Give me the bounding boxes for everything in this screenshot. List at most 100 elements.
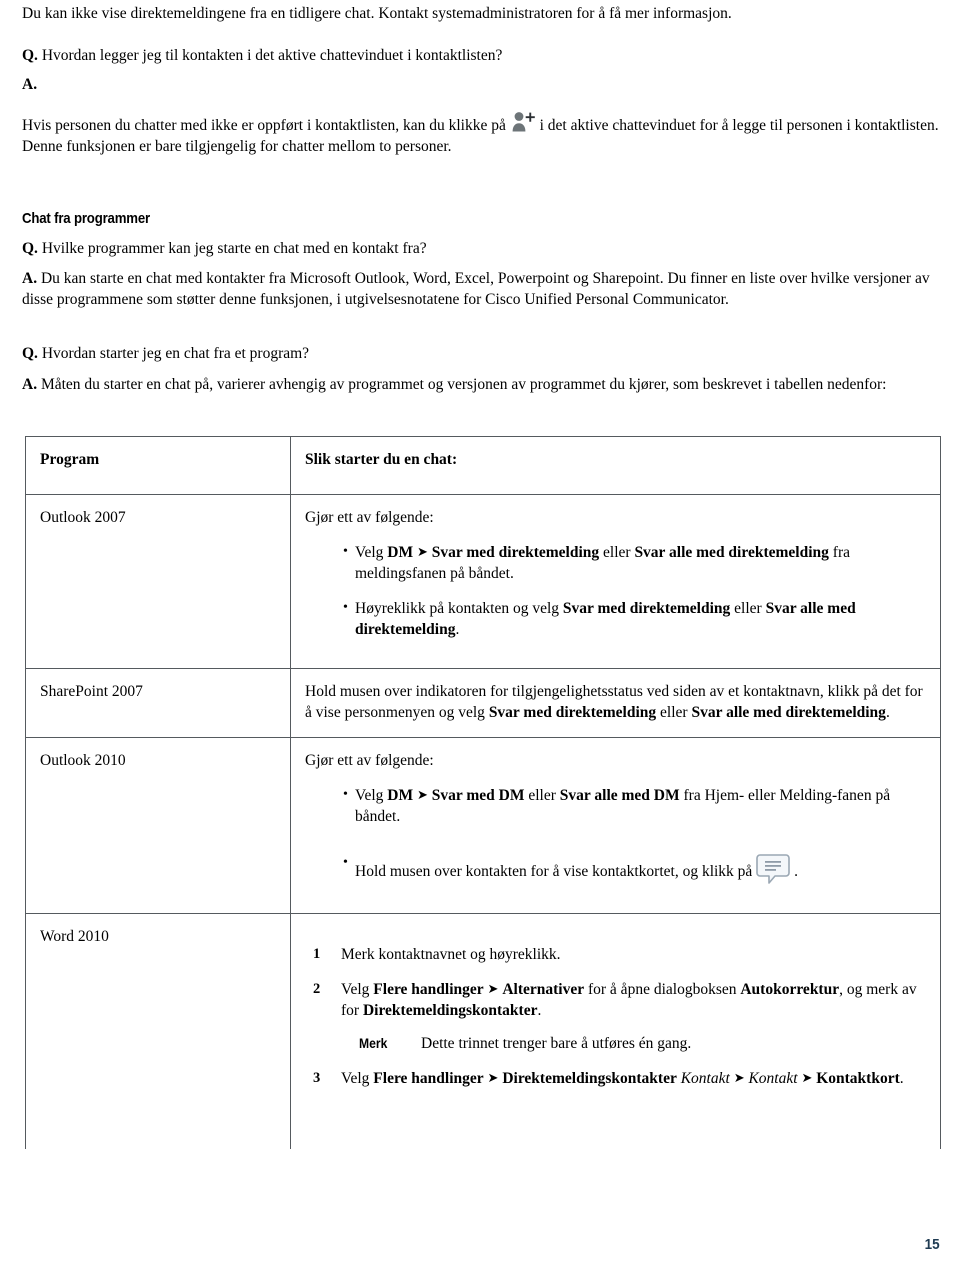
faq-programs-question: Q. Hvilke programmer kan jeg starte en c… (22, 238, 938, 259)
instruction-step-list: Merk kontaktnavnet og høyreklikk. Velg F… (305, 944, 926, 1089)
bullet-bold-term: Svar alle med DM (559, 787, 680, 804)
table-row: SharePoint 2007 Hold musen over indikato… (25, 668, 941, 738)
bullet-text: . (455, 621, 460, 638)
bullet-text: eller (524, 787, 560, 804)
body-bold-term: Svar med direktemelding (488, 704, 657, 721)
step-text: . (899, 1070, 904, 1087)
cell-program-name: Outlook 2007 (25, 494, 291, 669)
cell-program-name: SharePoint 2007 (25, 668, 291, 738)
question-label: Q. (22, 240, 38, 257)
answer-label: A. (22, 76, 38, 93)
document-page: Du kan ikke vise direktemeldingene fra e… (0, 0, 960, 1261)
cell-instructions: Hold musen over indikatoren for tilgjeng… (290, 668, 941, 738)
list-item: Høyreklikk på kontakten og velg Svar med… (343, 597, 926, 640)
instructions-intro: Gjør ett av følgende: (305, 752, 434, 769)
section-heading-chat-fra-programmer: Chat fra programmer (22, 210, 150, 227)
question-text: Hvilke programmer kan jeg starte en chat… (41, 240, 427, 257)
menu-arrow-icon: ➤ (417, 545, 428, 560)
list-item: Hold musen over kontakten for å vise kon… (343, 852, 926, 885)
cell-program-name: Word 2010 (25, 913, 291, 1149)
step-text: Velg (341, 981, 374, 998)
faq-start-question: Q. Hvordan starter jeg en chat fra et pr… (22, 343, 938, 364)
column-header-program: Program (25, 436, 291, 495)
menu-arrow-icon: ➤ (487, 1071, 499, 1086)
bullet-bold-term: Svar med direktemelding (431, 544, 600, 561)
step-bold-term: Direktemeldingskontakter (502, 1070, 677, 1087)
table-row: Outlook 2010 Gjør ett av følgende: Velg … (25, 737, 941, 914)
instructions-intro: Gjør ett av følgende: (305, 509, 434, 526)
body-bold-term: Svar alle med direktemelding (691, 704, 886, 721)
intro-text: Du kan ikke vise direktemeldingene fra e… (22, 5, 732, 22)
faq-add-contact-answer: Hvis personen du chatter med ikke er opp… (22, 110, 940, 157)
step-text: Velg (341, 1070, 374, 1087)
cell-instructions: Merk kontaktnavnet og høyreklikk. Velg F… (290, 913, 941, 1149)
bullet-text: Velg (355, 787, 388, 804)
instruction-bullet-list: Velg DM ➤ Svar med DM eller Svar alle me… (305, 784, 926, 885)
step-bold-term: Autokorrektur (740, 981, 840, 998)
instructions-body: Hold musen over indikatoren for tilgjeng… (305, 681, 926, 723)
bullet-bold-term: Svar med direktemelding (562, 600, 731, 617)
body-text: eller (656, 704, 692, 721)
cell-instructions: Gjør ett av følgende: Velg DM ➤ Svar med… (290, 737, 941, 914)
menu-arrow-icon: ➤ (801, 1071, 813, 1086)
list-item: Velg Flere handlinger ➤ Alternativer for… (313, 979, 926, 1054)
faq-programs-answer: A. Du kan starte en chat med kontakter f… (22, 268, 940, 310)
faq-start-answer: A. Måten du starter en chat på, varierer… (22, 374, 940, 395)
cell-program-name: Outlook 2010 (25, 737, 291, 914)
menu-arrow-icon: ➤ (417, 788, 428, 803)
answer-text-before-icon: Hvis personen du chatter med ikke er opp… (22, 117, 506, 134)
bullet-text: Velg (355, 544, 388, 561)
bullet-text: eller (599, 544, 635, 561)
answer-label: A. (22, 270, 38, 287)
bullet-text: . (794, 863, 798, 880)
list-item: Merk kontaktnavnet og høyreklikk. (313, 944, 926, 965)
list-item: Velg DM ➤ Svar med direktemelding eller … (343, 541, 926, 584)
step-text: for å åpne dialogboksen (584, 981, 741, 998)
bullet-bold-term: DM (387, 787, 414, 804)
faq-add-contact-question: Q. Hvordan legger jeg til kontakten i de… (22, 45, 938, 66)
cell-instructions: Gjør ett av følgende: Velg DM ➤ Svar med… (290, 494, 941, 669)
bullet-text: Høyreklikk på kontakten og velg (355, 600, 563, 617)
bullet-bold-term: Svar med DM (431, 787, 525, 804)
step-bold-term: Kontaktkort (816, 1070, 900, 1087)
intro-paragraph: Du kan ikke vise direktemeldingene fra e… (22, 3, 938, 24)
faq-add-contact-answer-label: A. (22, 74, 52, 95)
table-row: Outlook 2007 Gjør ett av følgende: Velg … (25, 494, 941, 669)
step-bold-term: Flere handlinger (373, 981, 484, 998)
page-number: 15 (924, 1236, 940, 1253)
list-item: Velg Flere handlinger ➤ Direktemeldingsk… (313, 1068, 926, 1089)
step-bold-term: Alternativer (502, 981, 585, 998)
add-contact-icon (510, 110, 536, 136)
menu-arrow-icon: ➤ (487, 982, 499, 997)
note-text: Dette trinnet trenger bare å utføres én … (421, 1035, 692, 1052)
list-item: Velg DM ➤ Svar med DM eller Svar alle me… (343, 784, 926, 827)
chat-bubble-icon (756, 853, 791, 885)
table-header-row: Program Slik starter du en chat: (25, 436, 941, 495)
answer-label: A. (22, 376, 38, 393)
step-bold-term: Direktemeldingskontakter (362, 1002, 538, 1019)
step-italic-term: Kontakt (680, 1070, 730, 1087)
answer-text: Måten du starter en chat på, varierer av… (40, 376, 887, 393)
bullet-text: Hold musen over kontakten for å vise kon… (355, 863, 753, 880)
bullet-bold-term: DM (387, 544, 414, 561)
note-label: Merk (359, 1036, 388, 1051)
bullet-bold-term: Svar alle med direktemelding (634, 544, 829, 561)
step-text: . (537, 1002, 542, 1019)
question-label: Q. (22, 47, 38, 64)
note-block: Merk Dette trinnet trenger bare å utføres… (341, 1033, 926, 1054)
program-start-chat-table: Program Slik starter du en chat: Outlook… (25, 436, 941, 1149)
step-bold-term: Flere handlinger (373, 1070, 484, 1087)
menu-arrow-icon: ➤ (733, 1071, 745, 1086)
question-label: Q. (22, 345, 38, 362)
table-row: Word 2010 Merk kontaktnavnet og høyrekli… (25, 913, 941, 1149)
step-text: Merk kontaktnavnet og høyreklikk. (341, 946, 561, 963)
step-italic-term: Kontakt (748, 1070, 798, 1087)
instruction-bullet-list: Velg DM ➤ Svar med direktemelding eller … (305, 541, 926, 640)
answer-text: Du kan starte en chat med kontakter fra … (22, 270, 930, 308)
body-text: . (885, 704, 890, 721)
question-text: Hvordan starter jeg en chat fra et progr… (41, 345, 310, 362)
column-header-how: Slik starter du en chat: (290, 436, 941, 495)
question-text: Hvordan legger jeg til kontakten i det a… (41, 47, 503, 64)
section-heading-label: Chat fra programmer (22, 210, 150, 227)
bullet-text: eller (730, 600, 766, 617)
